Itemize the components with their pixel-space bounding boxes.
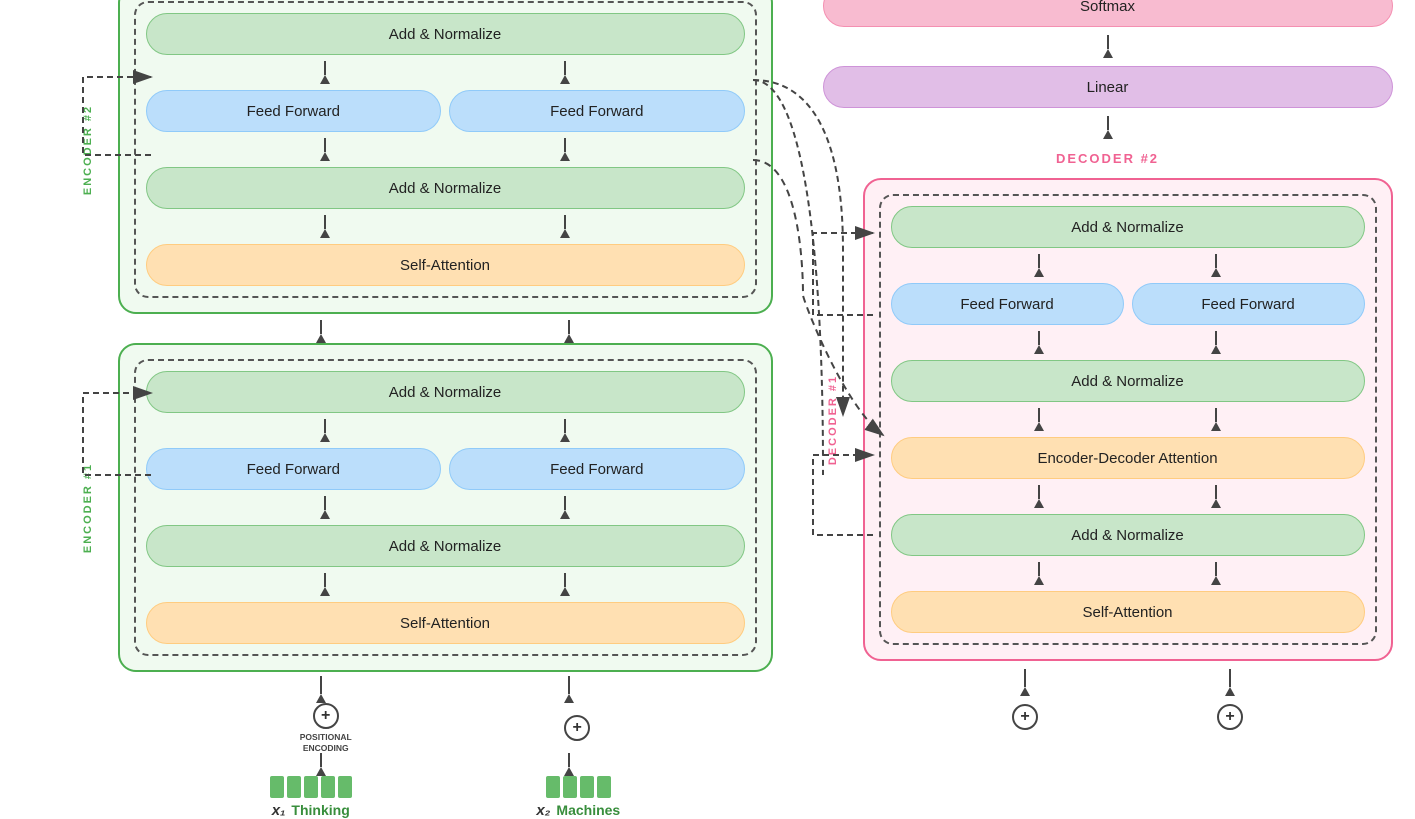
decoder1-box: Add & Normalize Feed Forward Feed Forwar… xyxy=(863,178,1393,661)
dec1-encoder-decoder-attention: Encoder-Decoder Attention xyxy=(891,437,1365,479)
enc2-add-norm-top-row: Add & Normalize xyxy=(146,13,745,55)
plus-circle-2: + xyxy=(564,715,590,741)
dec1-ff-arrows-up xyxy=(891,254,1365,277)
dec1-ff-right: Feed Forward xyxy=(1132,283,1365,325)
dec1-add-norm-bot-row: Add & Normalize xyxy=(891,514,1365,556)
dec1-eda-row: Encoder-Decoder Attention xyxy=(891,437,1365,479)
pos-enc-label: POSITIONALENCODING xyxy=(300,732,352,752)
encoder1-label: ENCODER #1 xyxy=(82,463,94,553)
encoder2-box: Add & Normalize Feed Forward Feed Forwar… xyxy=(118,0,773,314)
enc1-ff-left: Feed Forward xyxy=(146,448,442,490)
dec-plus-circle-1: + xyxy=(1012,704,1038,730)
dec1-eda-arrows-up xyxy=(891,408,1365,431)
dec1-sa-arrows-up xyxy=(891,562,1365,585)
enc2-sa-arrows-up xyxy=(146,215,745,238)
encoder1-wrapper: ENCODER #1 Add & Normalize Feed Forward … xyxy=(118,343,773,672)
linear-block: Linear xyxy=(823,66,1393,108)
enc2-ff-left: Feed Forward xyxy=(146,90,442,132)
enc1-sa-arrows-up xyxy=(146,573,745,596)
linear-row: Linear xyxy=(823,66,1393,108)
encoder2-dashed: Add & Normalize Feed Forward Feed Forwar… xyxy=(134,1,757,298)
encoder1-dashed: Add & Normalize Feed Forward Feed Forwar… xyxy=(134,359,757,656)
decoder-column: Softmax Linear DECODER #2 DECODER #1 Add… xyxy=(823,0,1393,819)
encoder-column: ENCODER #2 Add & Normalize Feed Forwa xyxy=(73,0,773,819)
token-inputs: x₁ Thinking x₂ Machines xyxy=(118,776,773,819)
transformer-diagram: ENCODER #2 Add & Normalize Feed Forwa xyxy=(23,0,1393,819)
decoder1-wrapper: DECODER #1 Add & Normalize Feed Forward … xyxy=(863,178,1393,661)
dec1-sa-row: Self-Attention xyxy=(891,591,1365,633)
enc1-ff-row: Feed Forward Feed Forward xyxy=(146,448,745,490)
encoder2-wrapper: ENCODER #2 Add & Normalize Feed Forwa xyxy=(118,0,773,314)
dec1-add-norm-mid: Add & Normalize xyxy=(891,360,1365,402)
encoder1-box: Add & Normalize Feed Forward Feed Forwar… xyxy=(118,343,773,672)
dec1-ff-left: Feed Forward xyxy=(891,283,1124,325)
enc2-add-norm-top: Add & Normalize xyxy=(146,13,745,55)
enc1-pos-arrows xyxy=(118,676,773,703)
softmax-row: Softmax xyxy=(823,0,1393,27)
dec1-add-norm-top: Add & Normalize xyxy=(891,206,1365,248)
x1-word: Thinking xyxy=(291,802,349,818)
enc2-norm-arrows-up xyxy=(146,138,745,161)
token-x2: x₂ Machines xyxy=(536,776,620,819)
linear-arrow xyxy=(823,116,1393,139)
enc2-ff-arrows-up xyxy=(146,61,745,84)
dec1-norm-arrows-up xyxy=(891,331,1365,354)
dec1-add-norm-top-row: Add & Normalize xyxy=(891,206,1365,248)
dec-plus-row: + + xyxy=(863,704,1393,730)
enc1-norm-arrows-up xyxy=(146,496,745,519)
dec1-add-norm-mid-row: Add & Normalize xyxy=(891,360,1365,402)
input-arrows xyxy=(118,753,773,776)
token-x1-bars xyxy=(270,776,352,798)
plus-circle-1: + xyxy=(313,703,339,729)
inter-encoder-arrows xyxy=(118,320,773,343)
token-x1: x₁ Thinking xyxy=(270,776,352,819)
decoder1-label: DECODER #1 xyxy=(827,375,839,465)
encoder2-label: ENCODER #2 xyxy=(82,105,94,195)
dec1-sa-norm-arrows-up xyxy=(891,485,1365,508)
dec-pos-arrows xyxy=(863,669,1393,696)
enc1-sa-row: Self-Attention xyxy=(146,602,745,644)
enc2-self-attention: Self-Attention xyxy=(146,244,745,286)
softmax-block: Softmax xyxy=(823,0,1393,27)
enc2-ff-row: Feed Forward Feed Forward xyxy=(146,90,745,132)
decoder1-dashed: Add & Normalize Feed Forward Feed Forwar… xyxy=(879,194,1377,645)
decoder2-label: DECODER #2 xyxy=(823,147,1393,170)
token-x2-bars xyxy=(546,776,611,798)
dec1-ff-row: Feed Forward Feed Forward xyxy=(891,283,1365,325)
x2-word: Machines xyxy=(556,802,620,818)
enc1-add-norm-top-row: Add & Normalize xyxy=(146,371,745,413)
dec1-add-norm-bot: Add & Normalize xyxy=(891,514,1365,556)
enc1-add-norm-mid-row: Add & Normalize xyxy=(146,525,745,567)
pos-enc-row: + POSITIONALENCODING + xyxy=(118,703,773,752)
enc1-add-norm-mid: Add & Normalize xyxy=(146,525,745,567)
x1-label: x₁ xyxy=(272,802,286,819)
enc1-ff-arrows-up xyxy=(146,419,745,442)
softmax-arrow xyxy=(823,35,1393,58)
dec1-self-attention: Self-Attention xyxy=(891,591,1365,633)
enc1-self-attention: Self-Attention xyxy=(146,602,745,644)
x2-label: x₂ xyxy=(536,802,550,819)
enc2-sa-row: Self-Attention xyxy=(146,244,745,286)
dec-plus-circle-2: + xyxy=(1217,704,1243,730)
enc2-ff-right: Feed Forward xyxy=(449,90,745,132)
enc1-ff-right: Feed Forward xyxy=(449,448,745,490)
enc2-add-norm-mid-row: Add & Normalize xyxy=(146,167,745,209)
enc2-add-norm-mid: Add & Normalize xyxy=(146,167,745,209)
enc1-add-norm-top: Add & Normalize xyxy=(146,371,745,413)
